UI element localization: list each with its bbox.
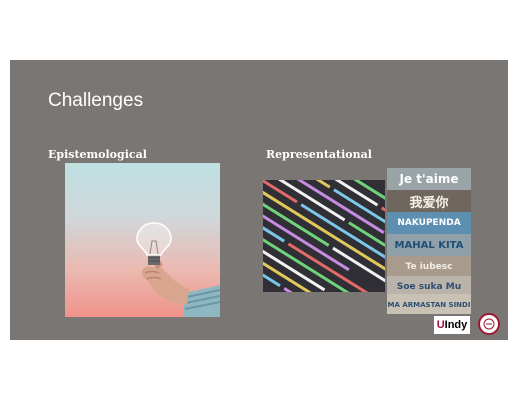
plank-te-iubesc: Te iubesc (387, 256, 471, 278)
epistemological-heading: Epistemological (48, 148, 147, 161)
language-planks-photo: Je t'aime 我爱你 NAKUPENDA MAHAL KITA Te iu… (387, 168, 471, 314)
uindy-logo: U Indy (434, 316, 470, 334)
uindy-logo-u: U (436, 319, 445, 331)
plank-nakupenda: NAKUPENDA (387, 212, 471, 234)
plank-je-taime: Je t'aime (387, 168, 471, 190)
writing-center-logo (478, 313, 500, 335)
slide-title: Challenges (48, 90, 144, 111)
code-screen-illustration (263, 180, 385, 292)
representational-heading: Representational (266, 148, 372, 161)
plank-chinese: 我爱你 (387, 190, 471, 212)
lightbulb-illustration (136, 222, 220, 317)
slide: Challenges Epistemological Representatio… (10, 60, 508, 340)
uindy-logo-rest: Indy (444, 319, 468, 331)
plank-mahal-kita: MAHAL KITA (387, 234, 471, 256)
code-screen-photo (263, 180, 385, 292)
plank-ma-armastan: MA ARMASTAN SINDI (387, 294, 471, 314)
writing-center-seal-icon (483, 318, 495, 330)
lightbulb-photo (65, 163, 220, 317)
